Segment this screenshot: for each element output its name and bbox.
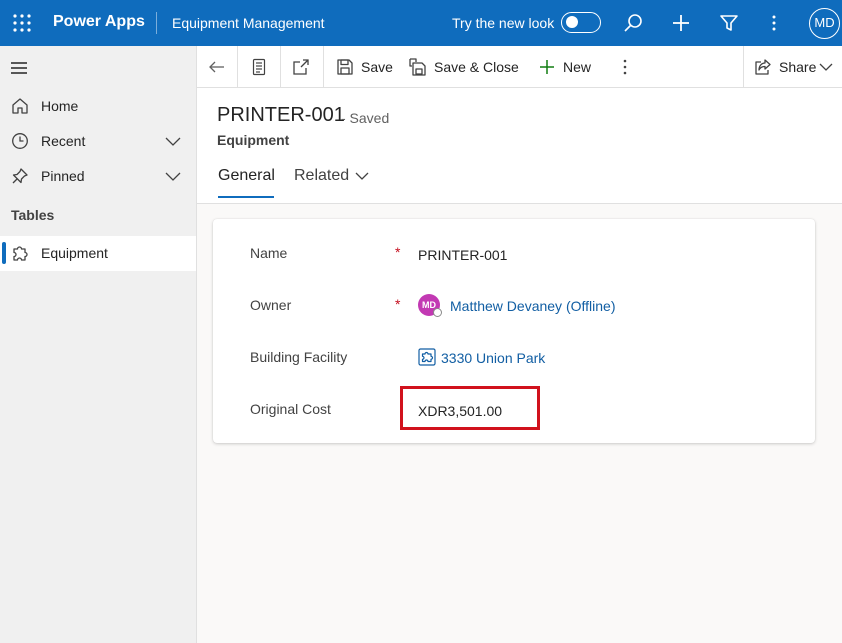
highlight-box (400, 386, 540, 430)
sidebar-item-pinned[interactable]: Pinned (0, 159, 196, 194)
sidebar-item-label: Home (41, 98, 79, 114)
app-title[interactable]: Equipment Management (172, 15, 325, 31)
save-icon (336, 58, 354, 76)
filter-icon[interactable] (718, 12, 740, 34)
share-label: Share (779, 59, 817, 75)
toggle-knob (566, 16, 578, 28)
required-indicator: * (395, 244, 401, 260)
sidebar: Home Recent Pinned Tables Equipment (0, 46, 197, 643)
field-label-owner: Owner (250, 297, 292, 313)
field-label-name: Name (250, 245, 288, 261)
record-entity-name: Equipment (217, 132, 290, 148)
tab-related[interactable]: Related (294, 167, 349, 185)
required-indicator: * (395, 296, 401, 312)
pin-icon (11, 167, 29, 185)
record-header: PRINTER-001 - Saved Equipment General Re… (197, 88, 842, 204)
command-bar: Save Save & Close New Share (197, 46, 842, 88)
save-and-close-button[interactable]: Save & Close (409, 46, 521, 88)
puzzle-icon (11, 244, 29, 262)
plus-icon[interactable] (670, 12, 692, 34)
sidebar-item-recent[interactable]: Recent (0, 124, 196, 159)
sidebar-item-label: Equipment (41, 245, 108, 261)
top-bar: Power Apps Equipment Management Try the … (0, 0, 842, 46)
hamburger-menu-icon[interactable] (10, 61, 28, 75)
command-separator (280, 46, 281, 88)
share-button[interactable]: Share (754, 46, 834, 88)
try-new-look-label: Try the new look (452, 15, 555, 31)
chevron-down-icon[interactable] (164, 134, 182, 148)
topbar-divider (156, 12, 157, 34)
sidebar-item-label: Pinned (41, 168, 85, 184)
building-facility-lookup-link[interactable]: 3330 Union Park (441, 350, 545, 366)
field-label-original-cost: Original Cost (250, 401, 331, 417)
save-button[interactable]: Save (336, 46, 393, 88)
sidebar-item-home[interactable]: Home (0, 89, 196, 124)
user-avatar[interactable]: MD (809, 8, 840, 39)
save-close-icon (409, 58, 427, 76)
save-and-close-label: Save & Close (434, 59, 519, 75)
chevron-down-icon (819, 61, 833, 73)
home-icon (11, 97, 29, 115)
open-new-window-icon[interactable] (292, 58, 310, 76)
save-label: Save (361, 59, 393, 75)
tab-general[interactable]: General (218, 167, 275, 185)
form-section: Name * PRINTER-001 Owner * MD Matthew De… (213, 219, 815, 443)
more-commands-icon[interactable] (616, 58, 634, 76)
owner-lookup-link[interactable]: Matthew Devaney (Offline) (450, 298, 615, 314)
presence-offline-icon (433, 308, 442, 317)
active-tab-indicator (218, 196, 274, 198)
plus-icon (538, 58, 556, 76)
active-indicator (2, 242, 6, 264)
clock-icon (11, 132, 29, 150)
field-label-building-facility: Building Facility (250, 349, 348, 365)
sidebar-section-title: Tables (11, 207, 55, 223)
command-separator (237, 46, 238, 88)
app-launcher-icon[interactable] (12, 13, 32, 33)
record-title: PRINTER-001 (217, 104, 345, 126)
form-view-icon[interactable] (250, 58, 268, 76)
share-icon (754, 58, 772, 76)
search-icon[interactable] (622, 12, 644, 34)
more-options-icon[interactable] (763, 12, 785, 34)
chevron-down-icon[interactable] (164, 169, 182, 183)
sidebar-item-equipment[interactable]: Equipment (0, 236, 196, 271)
back-arrow-icon[interactable] (208, 58, 226, 76)
new-look-toggle[interactable] (561, 12, 601, 33)
command-separator (323, 46, 324, 88)
new-label: New (563, 59, 592, 75)
app-name[interactable]: Power Apps (53, 13, 145, 31)
chevron-down-icon[interactable] (355, 170, 369, 182)
command-separator (743, 46, 744, 88)
new-button[interactable]: New (538, 46, 594, 88)
sidebar-item-label: Recent (41, 133, 86, 149)
puzzle-entity-icon (418, 348, 436, 366)
save-status: - Saved (341, 110, 390, 126)
name-field[interactable]: PRINTER-001 (418, 247, 507, 263)
